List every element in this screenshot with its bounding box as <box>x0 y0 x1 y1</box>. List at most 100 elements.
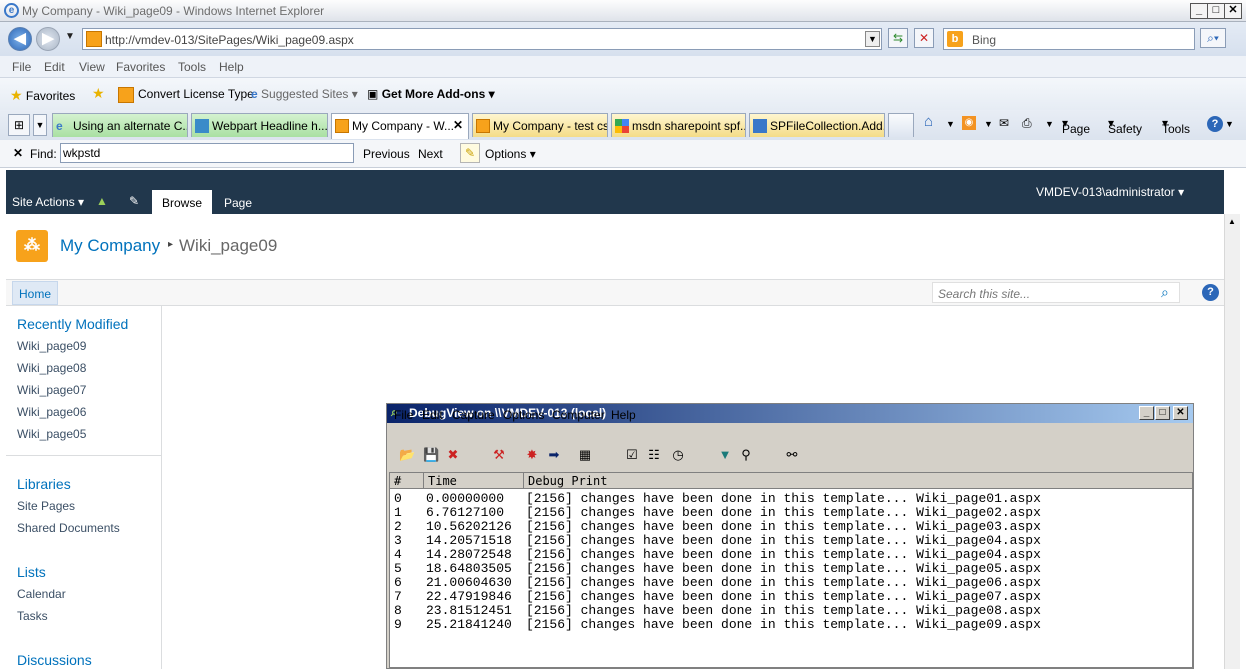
ql-list-item[interactable]: Calendar <box>17 587 66 601</box>
tools-menu[interactable]: Tools ▾ <box>1162 116 1190 136</box>
new-tab-button[interactable] <box>888 113 914 137</box>
suggested-sites-link[interactable]: e Suggested Sites ▾ <box>251 87 358 101</box>
autoscroll-icon[interactable]: ▦ <box>577 447 593 463</box>
ql-recent-item[interactable]: Wiki_page09 <box>17 339 86 353</box>
edit-page-icon[interactable]: ✎ <box>129 194 139 208</box>
ribbon-tab-browse[interactable]: Browse <box>152 190 213 214</box>
recent-pages-chevron-icon[interactable]: ▼ <box>65 31 75 42</box>
mail-icon[interactable]: ✉ <box>999 116 1009 130</box>
print-dropdown-icon[interactable]: ▼ <box>1045 119 1054 129</box>
search-icon[interactable]: ⌕ <box>1161 284 1169 301</box>
navigate-up-icon[interactable]: ▲ <box>96 194 108 208</box>
feeds-dropdown-icon[interactable]: ▼ <box>984 119 993 129</box>
search-button[interactable]: ⌕▾ <box>1200 28 1226 48</box>
column-header-number[interactable]: # <box>390 473 424 489</box>
refresh-button[interactable]: ⇆ <box>888 28 908 48</box>
find-next-button[interactable]: Next <box>418 147 443 161</box>
get-addons-link[interactable]: ▣ Get More Add-ons ▾ <box>367 87 495 101</box>
ql-list-item[interactable]: Tasks <box>17 609 48 623</box>
ql-recent-item[interactable]: Wiki_page05 <box>17 427 86 441</box>
debugview-maximize-button[interactable]: □ <box>1155 406 1170 420</box>
find-icon[interactable]: ⚯ <box>784 447 800 463</box>
favorites-button[interactable]: ★ Favorites <box>10 87 75 104</box>
ribbon-tab-page[interactable]: Page <box>214 190 262 214</box>
column-header-time[interactable]: Time <box>424 473 524 489</box>
ql-recent-item[interactable]: Wiki_page07 <box>17 383 86 397</box>
ql-recent-item[interactable]: Wiki_page08 <box>17 361 86 375</box>
clock-icon[interactable]: ◷ <box>670 447 686 463</box>
close-find-icon[interactable]: ✕ <box>13 146 23 160</box>
site-search-input[interactable]: Search this site... ⌕ <box>932 282 1180 303</box>
forward-button[interactable]: ▶ <box>36 27 60 51</box>
help-icon[interactable]: ? <box>1207 116 1223 132</box>
capture-icon[interactable]: ⚒ <box>491 447 507 463</box>
ql-libraries[interactable]: Libraries <box>17 476 71 492</box>
close-tab-icon[interactable]: ✕ <box>453 118 463 132</box>
capture-kernel-icon[interactable]: ✸ <box>524 447 540 463</box>
clear-log-icon[interactable]: ✖ <box>445 447 461 463</box>
dbg-menu-file[interactable]: File <box>394 408 413 422</box>
find-previous-button[interactable]: Previous <box>363 147 410 161</box>
debugview-minimize-button[interactable]: _ <box>1139 406 1154 420</box>
site-actions-menu[interactable]: Site Actions ▾ <box>12 195 84 209</box>
stop-button[interactable]: ✕ <box>914 28 934 48</box>
user-menu[interactable]: VMDEV-013\administrator ▾ <box>1036 185 1184 199</box>
debugview-close-button[interactable]: ✕ <box>1173 406 1188 420</box>
tab-alternate[interactable]: e Using an alternate C... <box>52 113 188 137</box>
maximize-button[interactable]: □ <box>1207 3 1225 19</box>
column-header-debug-print[interactable]: Debug Print <box>524 473 1192 489</box>
highlight-icon[interactable]: ▼ <box>717 447 733 463</box>
menu-favorites[interactable]: Favorites <box>116 60 165 74</box>
ql-lists[interactable]: Lists <box>17 564 46 580</box>
ql-recently-modified[interactable]: Recently Modified <box>17 316 128 332</box>
menu-file[interactable]: File <box>12 60 31 74</box>
ql-recent-item[interactable]: Wiki_page06 <box>17 405 86 419</box>
highlight-icon[interactable]: ✎ <box>460 143 480 163</box>
dbg-menu-computer[interactable]: Computer <box>552 408 605 422</box>
convert-license-link[interactable]: Convert License Type <box>118 87 254 103</box>
tab-test-css[interactable]: My Company - test css <box>472 113 608 137</box>
find-options-button[interactable]: Options ▾ <box>485 147 536 161</box>
safety-menu[interactable]: Safety ▾ <box>1108 116 1142 136</box>
menu-view[interactable]: View <box>79 60 105 74</box>
tab-msdn[interactable]: msdn sharepoint spf... <box>611 113 746 137</box>
dbg-menu-help[interactable]: Help <box>611 408 636 422</box>
topnav-home[interactable]: Home <box>12 281 59 305</box>
dbg-menu-options[interactable]: Options <box>503 408 544 422</box>
address-dropdown-button[interactable]: ▼ <box>865 31 880 47</box>
history-icon[interactable]: ☷ <box>646 447 662 463</box>
tab-webpart[interactable]: Webpart Headline h... <box>191 113 328 137</box>
save-icon[interactable]: 💾 <box>423 447 439 463</box>
debug-output-list[interactable]: # Time Debug Print 0 0.00000000 [2156] cha… <box>389 472 1193 668</box>
find-input[interactable] <box>60 143 354 163</box>
page-scrollbar[interactable]: ▲ <box>1224 214 1240 669</box>
filter-icon[interactable]: ☑ <box>624 447 640 463</box>
close-window-button[interactable]: ✕ <box>1224 3 1242 19</box>
home-icon[interactable]: ⌂ <box>924 113 933 130</box>
pin-icon[interactable]: ⚲ <box>738 447 754 463</box>
passthrough-icon[interactable]: ➡ <box>546 447 562 463</box>
dbg-menu-edit[interactable]: Edit <box>422 408 443 422</box>
site-name-link[interactable]: My Company <box>60 236 160 256</box>
ql-library-item[interactable]: Site Pages <box>17 499 75 513</box>
scroll-up-icon[interactable]: ▲ <box>1228 217 1236 226</box>
ql-library-item[interactable]: Shared Documents <box>17 521 120 535</box>
home-dropdown-icon[interactable]: ▼ <box>946 119 955 129</box>
help-icon[interactable]: ? <box>1202 284 1219 301</box>
feeds-icon[interactable]: ◉ <box>962 116 976 130</box>
open-icon[interactable]: 📂 <box>399 447 415 463</box>
add-to-favorites-icon[interactable]: ★ <box>92 85 105 102</box>
menu-edit[interactable]: Edit <box>44 60 65 74</box>
dbg-menu-capture[interactable]: Capture <box>452 408 495 422</box>
minimize-button[interactable]: _ <box>1190 3 1208 19</box>
ql-discussions[interactable]: Discussions <box>17 652 92 668</box>
address-bar[interactable]: http://vmdev-013/SitePages/Wiki_page09.a… <box>82 28 882 50</box>
print-icon[interactable]: ⎙ <box>1022 116 1032 131</box>
quick-tabs-button[interactable]: ⊞ <box>8 114 30 136</box>
menu-tools[interactable]: Tools <box>178 60 206 74</box>
tab-spfilecollection[interactable]: SPFileCollection.Add... <box>749 113 885 137</box>
tab-list-button[interactable]: ▼ <box>33 114 47 136</box>
page-menu[interactable]: Page ▾ <box>1062 116 1090 136</box>
help-dropdown-icon[interactable]: ▼ <box>1225 119 1234 129</box>
back-button[interactable]: ◀ <box>8 27 32 51</box>
